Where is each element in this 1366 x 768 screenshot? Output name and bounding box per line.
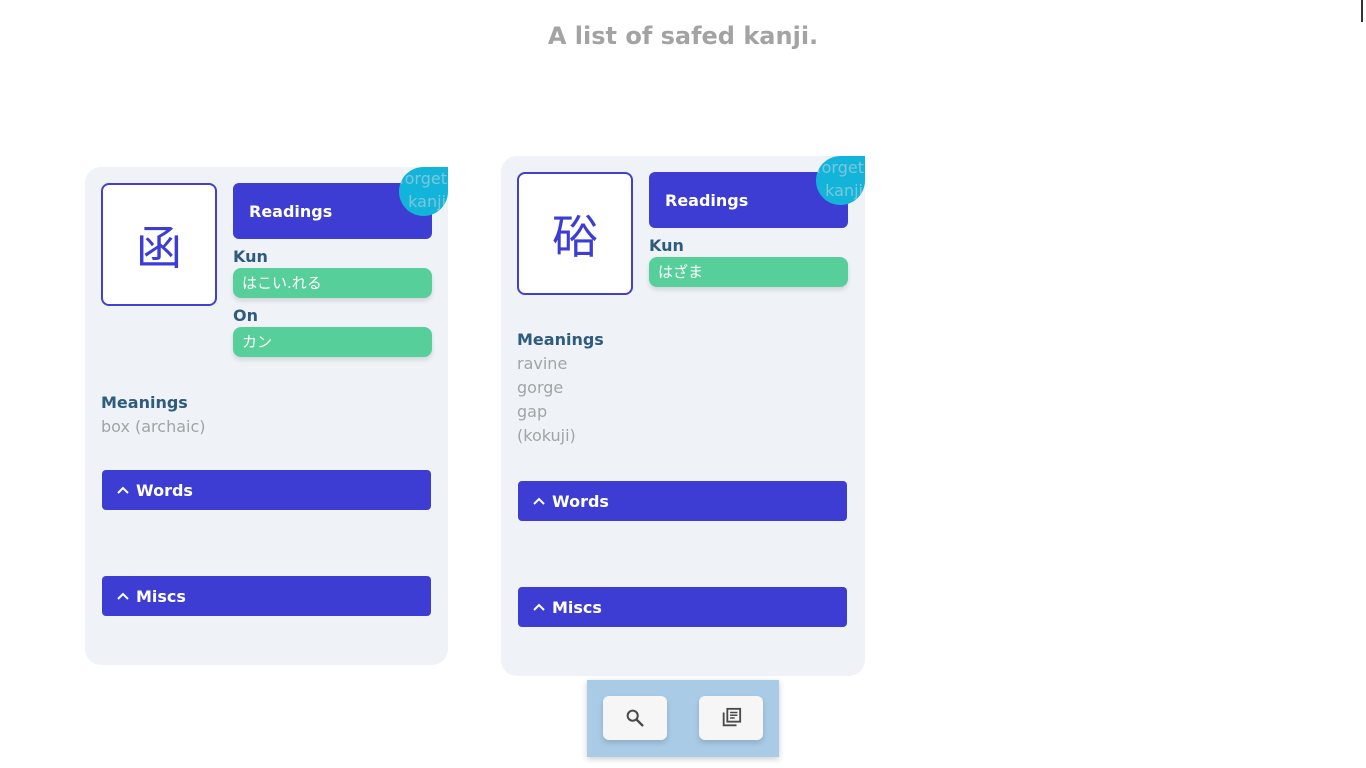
bottom-toolbar xyxy=(587,680,779,757)
kanji-character: 硲 xyxy=(517,172,633,295)
meaning-item: box (archaic) xyxy=(101,417,206,436)
miscs-toggle[interactable]: Miscs xyxy=(102,576,431,616)
scrollbar[interactable] xyxy=(1361,0,1363,22)
page-title: A list of safed kanji. xyxy=(547,22,819,50)
words-toggle[interactable]: Words xyxy=(518,481,847,521)
forget-label-line-1: forget xyxy=(816,158,864,177)
chevron-up-icon xyxy=(533,603,545,611)
words-label: Words xyxy=(552,491,609,511)
on-label: On xyxy=(233,306,258,325)
miscs-toggle[interactable]: Miscs xyxy=(518,587,847,627)
meaning-item: ravine xyxy=(517,354,568,373)
kanji-card: 硲 Readings forget kanji Kun はざま Meanings… xyxy=(501,156,865,676)
kun-reading-chip: はざま xyxy=(649,257,848,287)
forget-label-line-2: kanji xyxy=(408,192,446,211)
chevron-up-icon xyxy=(533,497,545,505)
search-icon xyxy=(626,709,644,727)
search-button[interactable] xyxy=(603,696,667,740)
meanings-label: Meanings xyxy=(517,330,604,349)
kanji-card: 函 Readings forget kanji Kun はこい.れる On カン… xyxy=(85,167,448,665)
chevron-up-icon xyxy=(117,486,129,494)
miscs-label: Miscs xyxy=(136,586,186,606)
miscs-label: Miscs xyxy=(552,597,602,617)
words-toggle[interactable]: Words xyxy=(102,470,431,510)
meaning-item: gap xyxy=(517,402,548,421)
meaning-item: gorge xyxy=(517,378,564,397)
forget-kanji-button[interactable]: forget kanji xyxy=(399,167,448,216)
forget-label-line-2: kanji xyxy=(825,181,863,200)
meanings-label: Meanings xyxy=(101,393,188,412)
words-label: Words xyxy=(136,480,193,500)
forget-label-line-1: forget xyxy=(399,169,447,188)
saved-kanji-button[interactable] xyxy=(699,696,763,740)
kun-label: Kun xyxy=(233,247,268,266)
library-books-icon xyxy=(722,707,742,727)
kanji-character: 函 xyxy=(101,183,217,306)
on-reading-chip: カン xyxy=(233,327,432,357)
kun-reading-chip: はこい.れる xyxy=(233,268,432,298)
meaning-item: (kokuji) xyxy=(517,426,576,445)
kun-label: Kun xyxy=(649,236,684,255)
chevron-up-icon xyxy=(117,592,129,600)
forget-kanji-button[interactable]: forget kanji xyxy=(816,156,865,205)
